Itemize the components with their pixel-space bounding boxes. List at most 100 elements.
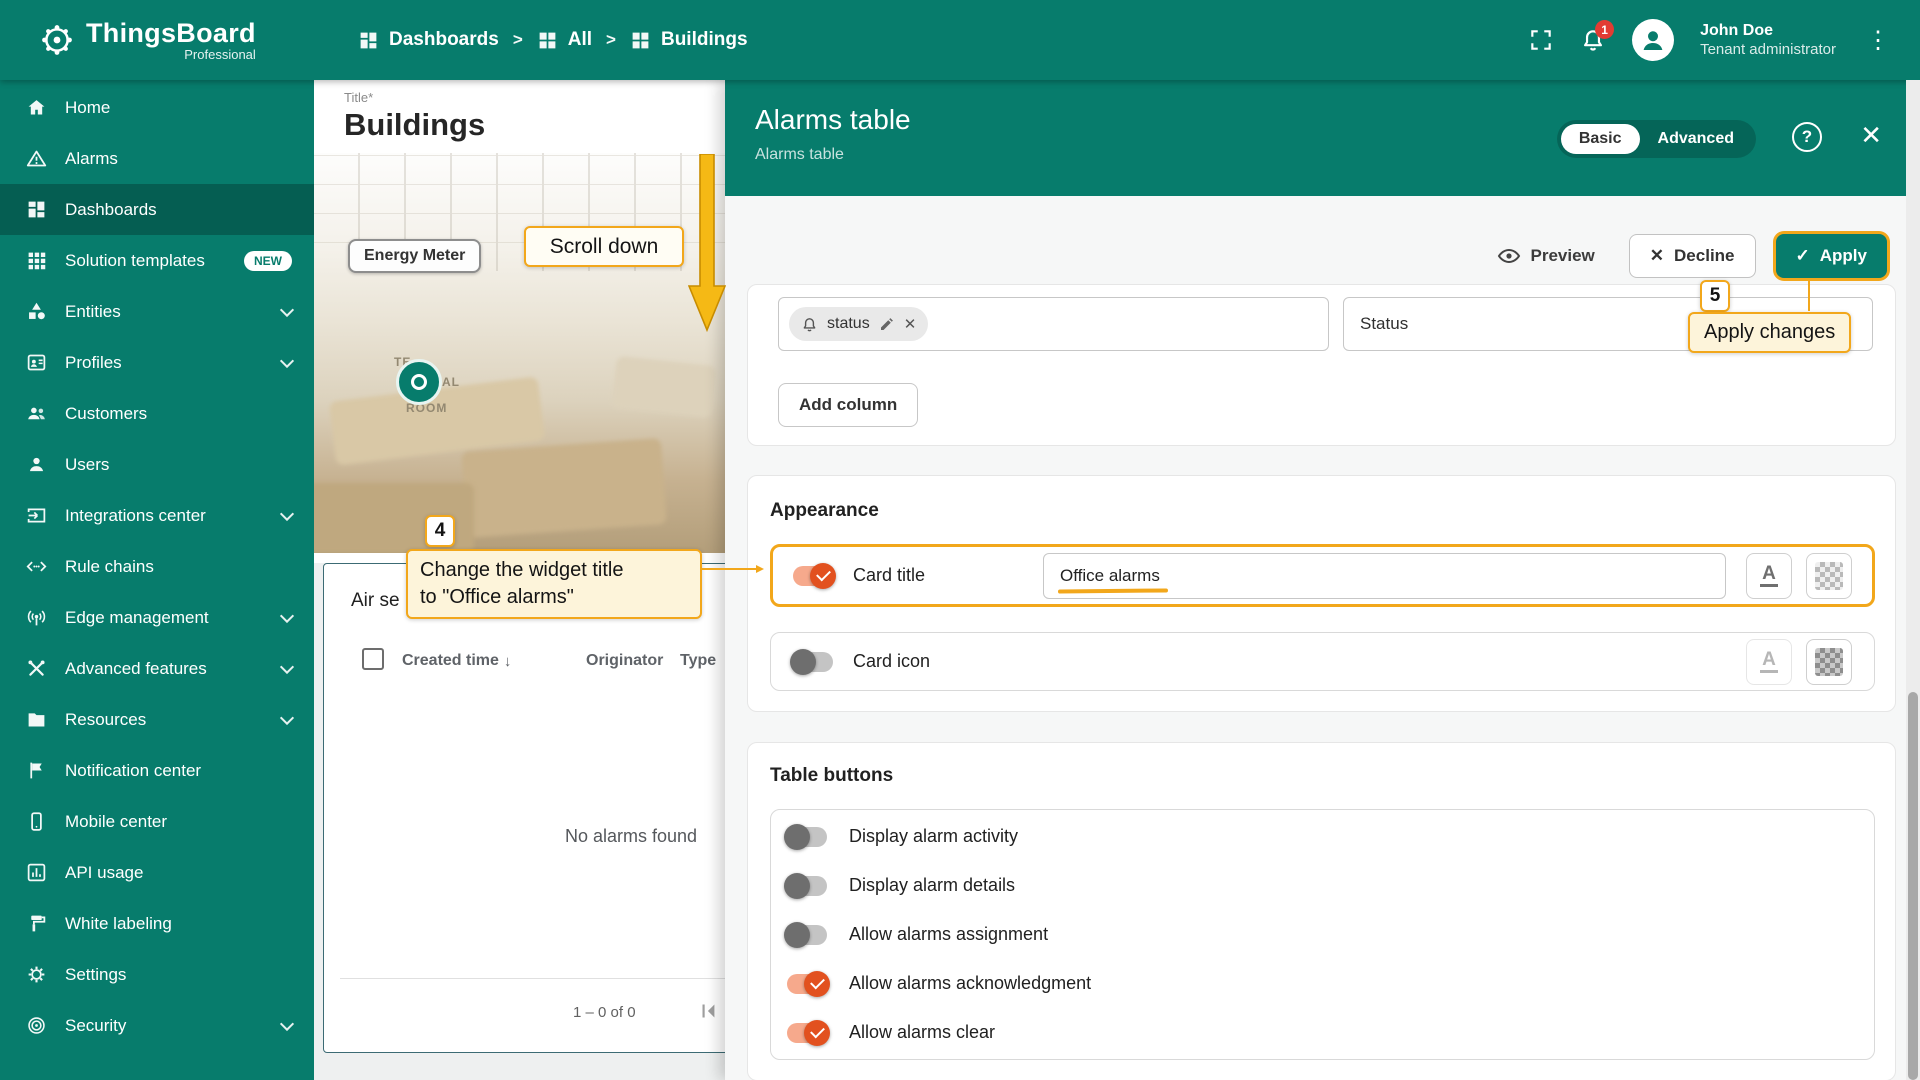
icon-settings-button[interactable]: A (1746, 639, 1792, 685)
color-settings-button[interactable] (1806, 553, 1852, 599)
fullscreen-button[interactable] (1528, 27, 1554, 53)
sidebar-item-notification-center[interactable]: Notification center (0, 745, 314, 796)
dashboard-title-field[interactable]: Title* Buildings (314, 80, 725, 153)
widget-title: Air se (351, 590, 400, 612)
tab-basic[interactable]: Basic (1561, 124, 1640, 154)
alarms-widget-card[interactable]: Air se Created time ↓ Originator Type No… (323, 563, 735, 1053)
person-icon (26, 454, 47, 475)
floor-plan-label: AL (442, 375, 460, 389)
decline-button[interactable]: ✕ Decline (1629, 234, 1756, 278)
toggle-row-display-alarm-details: Display alarm details (771, 861, 1874, 910)
sidebar-item-users[interactable]: Users (0, 439, 314, 490)
close-icon[interactable]: ✕ (1860, 120, 1882, 151)
allow-alarms-clear-toggle[interactable] (787, 1023, 827, 1043)
preview-button[interactable]: Preview (1497, 244, 1595, 268)
add-column-button[interactable]: Add column (778, 383, 918, 427)
sidebar-item-integrations-center[interactable]: Integrations center (0, 490, 314, 541)
sidebar-item-profiles[interactable]: Profiles (0, 337, 314, 388)
card-title-label: Card title (853, 565, 1043, 586)
select-all-checkbox[interactable] (362, 648, 384, 670)
flag-icon (26, 760, 47, 781)
x-icon: ✕ (1650, 246, 1664, 266)
tab-advanced[interactable]: Advanced (1640, 124, 1752, 154)
table-buttons-box: Display alarm activity Display alarm det… (770, 809, 1875, 1060)
annotation-underline (1058, 588, 1168, 593)
floor-plan-widget: TE AL ROOM Energy Meter (314, 153, 725, 563)
kebab-menu-icon[interactable]: ⋮ (1862, 26, 1894, 55)
first-page-icon[interactable] (696, 998, 722, 1024)
device-marker[interactable] (396, 359, 442, 405)
antenna-icon (26, 607, 47, 628)
card-title-input[interactable]: Office alarms (1043, 553, 1726, 599)
sidebar-item-mobile-center[interactable]: Mobile center (0, 796, 314, 847)
display-alarm-activity-toggle[interactable] (787, 827, 827, 847)
brand-subtitle: Professional (184, 47, 256, 62)
sidebar-item-edge-management[interactable]: Edge management (0, 592, 314, 643)
column-header-created-time[interactable]: Created time ↓ (402, 652, 511, 670)
sidebar-item-rule-chains[interactable]: Rule chains (0, 541, 314, 592)
display-alarm-details-toggle[interactable] (787, 876, 827, 896)
sidebar-item-resources[interactable]: Resources (0, 694, 314, 745)
column-key-field[interactable]: status ✕ (778, 297, 1329, 351)
chevron-down-icon (280, 302, 294, 316)
icon-color-button[interactable] (1806, 639, 1852, 685)
sidebar-item-entities[interactable]: Entities (0, 286, 314, 337)
allow-alarms-assignment-toggle[interactable] (787, 925, 827, 945)
annotation-scroll-down: Scroll down (524, 226, 684, 267)
sidebar-item-api-usage[interactable]: API usage (0, 847, 314, 898)
breadcrumb-dashboards[interactable]: Dashboards (358, 29, 499, 51)
mode-toggle: Basic Advanced (1557, 120, 1756, 158)
top-bar: ThingsBoard Professional Dashboards > Al… (0, 0, 1920, 80)
breadcrumb: Dashboards > All > Buildings (358, 29, 748, 51)
color-swatch (1815, 648, 1843, 676)
avatar[interactable] (1632, 19, 1674, 61)
user-info: John Doe Tenant administrator (1700, 21, 1836, 60)
breadcrumb-buildings[interactable]: Buildings (630, 29, 748, 51)
sidebar-item-advanced-features[interactable]: Advanced features (0, 643, 314, 694)
sidebar: Home Alarms Dashboards Solution template… (0, 80, 314, 1080)
breadcrumb-all[interactable]: All (537, 29, 592, 51)
screen: ThingsBoard Professional Dashboards > Al… (0, 0, 1920, 1080)
transparent-color-swatch (1815, 562, 1843, 590)
card-title-toggle[interactable] (793, 566, 833, 586)
grid-3x3-icon (26, 250, 47, 271)
empty-state-text: No alarms found (565, 826, 697, 847)
sidebar-item-settings[interactable]: Settings (0, 949, 314, 1000)
sort-desc-icon[interactable]: ↓ (504, 653, 512, 670)
annotation-step-5-badge: 5 (1700, 280, 1730, 312)
sidebar-item-security[interactable]: Security (0, 1000, 314, 1051)
notifications-button[interactable]: 1 (1580, 27, 1606, 53)
chart-icon (26, 862, 47, 883)
sidebar-item-dashboards[interactable]: Dashboards (0, 184, 314, 235)
energy-meter-chip[interactable]: Energy Meter (348, 239, 481, 273)
column-header-originator[interactable]: Originator (586, 652, 663, 670)
panel-header: Alarms table Alarms table Basic Advanced… (725, 80, 1920, 196)
panel-title: Alarms table (755, 104, 911, 136)
sidebar-item-white-labeling[interactable]: White labeling (0, 898, 314, 949)
divider (340, 978, 734, 979)
annotation-connector-line (1808, 281, 1810, 311)
thingsboard-logo[interactable]: ThingsBoard Professional (0, 18, 314, 62)
sidebar-item-alarms[interactable]: Alarms (0, 133, 314, 184)
edit-pencil-icon[interactable] (879, 316, 895, 332)
sidebar-item-solution-templates[interactable]: Solution templates NEW (0, 235, 314, 286)
chip-remove-icon[interactable]: ✕ (904, 315, 917, 333)
panel-scrollbar[interactable] (1906, 80, 1920, 1080)
annotation-step-4-badge: 4 (425, 515, 455, 547)
help-button[interactable]: ? (1792, 122, 1822, 152)
chevron-down-icon (280, 608, 294, 622)
chevron-down-icon (280, 659, 294, 673)
status-chip[interactable]: status ✕ (789, 307, 928, 341)
tools-icon (26, 658, 47, 679)
apply-button[interactable]: ✓ Apply (1776, 234, 1887, 278)
card-icon-toggle[interactable] (793, 652, 833, 672)
paint-icon (26, 913, 47, 934)
scrollbar-thumb[interactable] (1908, 692, 1918, 1080)
sidebar-item-customers[interactable]: Customers (0, 388, 314, 439)
card-icon-row: Card icon A (770, 632, 1875, 691)
column-header-type[interactable]: Type (680, 652, 716, 670)
card-title-row: Card title Office alarms A (770, 544, 1875, 607)
sidebar-item-home[interactable]: Home (0, 82, 314, 133)
allow-alarms-acknowledgment-toggle[interactable] (787, 974, 827, 994)
font-settings-button[interactable]: A (1746, 553, 1792, 599)
